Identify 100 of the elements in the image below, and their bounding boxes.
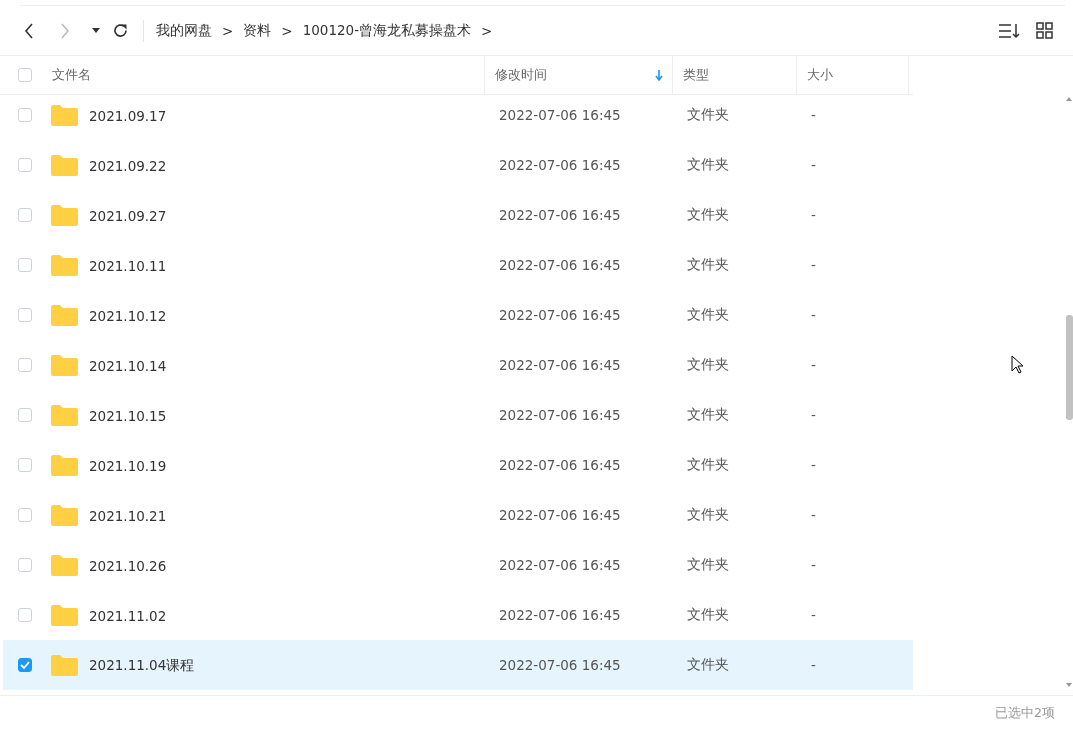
file-name: 2021.10.21 (89, 507, 167, 524)
column-header[interactable]: 类型 (683, 66, 796, 84)
folder-icon (51, 454, 78, 476)
selection-count: 已选中2项 (995, 705, 1055, 722)
modified-time: 2022-07-06 16:45 (498, 507, 622, 523)
sort-button[interactable] (998, 22, 1020, 39)
file-row[interactable]: 2021.10.26 2022-07-06 16:45 文件夹 - (3, 540, 913, 590)
row-checkbox[interactable] (18, 658, 32, 672)
row-checkbox[interactable] (18, 608, 32, 622)
select-all-checkbox[interactable] (18, 68, 32, 82)
modified-time: 2022-07-06 16:45 (498, 157, 622, 173)
folder-icon (51, 604, 78, 626)
row-checkbox[interactable] (18, 158, 32, 172)
forward-button[interactable] (60, 22, 70, 39)
file-size: - (810, 407, 817, 423)
folder-icon (51, 104, 78, 126)
file-row[interactable]: 2021.11.02 2022-07-06 16:45 文件夹 - (3, 590, 913, 640)
mouse-cursor-icon (1011, 355, 1023, 374)
file-type: 文件夹 (686, 256, 730, 274)
file-size: - (810, 257, 817, 273)
file-type: 文件夹 (686, 506, 730, 524)
file-size: - (810, 607, 817, 623)
file-type: 文件夹 (686, 656, 730, 674)
row-checkbox[interactable] (18, 208, 32, 222)
file-row[interactable]: 2021.10.19 2022-07-06 16:45 文件夹 - (3, 440, 913, 490)
modified-time: 2022-07-06 16:45 (498, 657, 622, 673)
file-name: 2021.10.12 (89, 307, 167, 324)
file-type: 文件夹 (686, 106, 730, 124)
file-size: - (810, 507, 817, 523)
folder-icon (51, 304, 78, 326)
modified-time: 2022-07-06 16:45 (498, 107, 622, 123)
row-checkbox[interactable] (18, 508, 32, 522)
folder-icon (51, 204, 78, 226)
folder-icon (51, 654, 78, 676)
row-checkbox[interactable] (18, 358, 32, 372)
file-row[interactable]: 2021.09.17 2022-07-06 16:45 文件夹 - (3, 95, 913, 140)
file-row[interactable]: 2021.10.21 2022-07-06 16:45 文件夹 - (3, 490, 913, 540)
folder-icon (51, 554, 78, 576)
breadcrumb-separator: > (481, 22, 493, 39)
file-name: 2021.10.11 (89, 257, 167, 274)
row-checkbox[interactable] (18, 408, 32, 422)
file-name: 2021.10.19 (89, 457, 167, 474)
file-type: 文件夹 (686, 606, 730, 624)
modified-time: 2022-07-06 16:45 (498, 257, 622, 273)
file-size: - (810, 457, 817, 473)
modified-time: 2022-07-06 16:45 (498, 557, 622, 573)
column-header[interactable]: 文件名 (52, 66, 484, 84)
breadcrumb-separator: > (281, 22, 293, 39)
file-name: 2021.09.22 (89, 157, 167, 174)
row-checkbox[interactable] (18, 558, 32, 572)
file-type: 文件夹 (686, 306, 730, 324)
file-name: 2021.10.26 (89, 557, 167, 574)
folder-icon (51, 504, 78, 526)
folder-icon (51, 254, 78, 276)
file-size: - (810, 307, 817, 323)
file-type: 文件夹 (686, 406, 730, 424)
file-name: 2021.09.17 (89, 107, 167, 124)
file-name: 2021.11.02 (89, 607, 167, 624)
folder-icon (51, 354, 78, 376)
file-name: 2021.11.04课程 (89, 657, 195, 673)
folder-icon (51, 154, 78, 176)
folder-icon (51, 404, 78, 426)
breadcrumb-separator: > (222, 22, 234, 39)
file-name: 2021.10.14 (89, 357, 167, 374)
file-row[interactable]: 2021.09.27 2022-07-06 16:45 文件夹 - (3, 190, 913, 240)
column-header[interactable]: 大小 (807, 66, 908, 84)
file-name: 2021.09.27 (89, 207, 167, 224)
grid-view-button[interactable] (1036, 22, 1053, 39)
modified-time: 2022-07-06 16:45 (498, 607, 622, 623)
file-size: - (810, 657, 817, 673)
file-size: - (810, 207, 817, 223)
history-dropdown[interactable] (92, 27, 100, 34)
file-row[interactable]: 2021.10.11 2022-07-06 16:45 文件夹 - (3, 240, 913, 290)
file-row[interactable]: 2021.10.15 2022-07-06 16:45 文件夹 - (3, 390, 913, 440)
modified-time: 2022-07-06 16:45 (498, 457, 622, 473)
modified-time: 2022-07-06 16:45 (498, 407, 622, 423)
file-type: 文件夹 (686, 556, 730, 574)
row-checkbox[interactable] (18, 258, 32, 272)
modified-time: 2022-07-06 16:45 (498, 307, 622, 323)
column-header[interactable]: 修改时间 (495, 66, 655, 84)
row-checkbox[interactable] (18, 308, 32, 322)
file-type: 文件夹 (686, 456, 730, 474)
file-row[interactable]: 2021.09.22 2022-07-06 16:45 文件夹 - (3, 140, 913, 190)
file-row[interactable]: 2021.10.12 2022-07-06 16:45 文件夹 - (3, 290, 913, 340)
row-checkbox[interactable] (18, 108, 32, 122)
file-row[interactable]: 2021.11.04课程 2022-07-06 16:45 文件夹 - (3, 640, 913, 690)
file-size: - (810, 357, 817, 373)
row-checkbox[interactable] (18, 458, 32, 472)
breadcrumb-link[interactable]: 100120-曾海龙私募操盘术 (302, 21, 472, 40)
file-size: - (810, 557, 817, 573)
file-type: 文件夹 (686, 356, 730, 374)
file-type: 文件夹 (686, 206, 730, 224)
refresh-button[interactable] (112, 22, 129, 39)
modified-time: 2022-07-06 16:45 (498, 357, 622, 373)
breadcrumb-link[interactable]: 我的网盘 (156, 21, 212, 40)
file-type: 文件夹 (686, 156, 730, 174)
file-row[interactable]: 2021.10.14 2022-07-06 16:45 文件夹 - (3, 340, 913, 390)
file-size: - (810, 107, 817, 123)
back-button[interactable] (24, 22, 34, 39)
breadcrumb-link[interactable]: 资料 (243, 21, 272, 40)
